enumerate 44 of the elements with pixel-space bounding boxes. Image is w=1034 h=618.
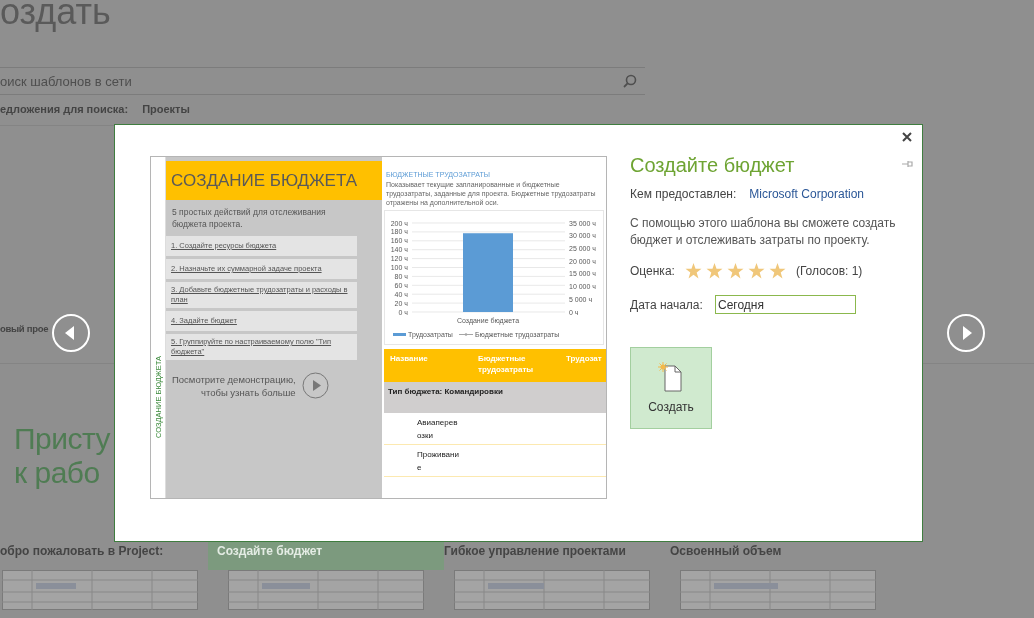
legend-swatch — [393, 333, 406, 336]
template-thumbnail[interactable] — [228, 570, 424, 610]
previous-button[interactable] — [51, 313, 91, 353]
star-icon — [705, 263, 723, 279]
rating-label: Оценка: — [630, 264, 675, 278]
provider-link[interactable]: Microsoft Corporation — [749, 187, 864, 201]
table-cell-text: Проживание — [417, 449, 459, 474]
pin-icon[interactable] — [902, 160, 913, 168]
welcome-heading: Присту — [14, 422, 111, 456]
demo-text: Посмотрите демонстрацию, — [172, 372, 296, 386]
suggestion-link[interactable]: Проекты — [142, 103, 190, 116]
search-field[interactable]: оиск шаблонов в сети — [0, 67, 645, 95]
template-thumbnail[interactable] — [454, 570, 650, 610]
suggestions-label: едложения для поиска: — [0, 103, 129, 116]
column-header: Трудозат — [565, 353, 603, 365]
column-header: Название — [389, 353, 429, 365]
template-thumbnail[interactable] — [2, 570, 198, 610]
create-button[interactable]: Создать — [630, 347, 712, 429]
close-icon[interactable] — [902, 132, 912, 142]
template-thumbnail[interactable] — [680, 570, 876, 610]
welcome-heading: к рабо — [14, 456, 100, 490]
section-label: овый прое — [0, 323, 48, 335]
star-icon — [726, 263, 744, 279]
demo-text: чтобы узнать больше — [200, 385, 296, 399]
start-date-label: Дата начала: — [630, 297, 704, 312]
preview-title: СОЗДАНИЕ БЮДЖЕТА — [166, 161, 382, 200]
provider-label: Кем предоставлен: — [630, 187, 737, 201]
vote-count: (Голосов: 1) — [795, 264, 863, 278]
new-document-icon — [658, 362, 684, 392]
template-title: Создайте бюджет — [630, 153, 795, 177]
group-row: Тип бюджета: Командировки — [384, 382, 606, 413]
template-title[interactable]: обро пожаловать в Project: — [0, 528, 208, 570]
star-icon — [684, 263, 702, 279]
next-button[interactable] — [946, 313, 986, 353]
table-cell-text: Авиаперевозки — [417, 417, 459, 442]
legend-swatch — [458, 333, 474, 336]
star-icon — [747, 263, 765, 279]
column-header: Бюджетные трудозатраты — [477, 353, 535, 376]
play-icon — [301, 372, 329, 399]
preview-intro: 5 простых действий для отслеживания бюджета проекта. — [171, 206, 327, 231]
template-description: С помощью этого шаблона вы сможете создать бюджет и отслеживать затраты по проекту. — [630, 215, 897, 249]
search-icon[interactable] — [623, 74, 637, 88]
star-icon — [768, 263, 786, 279]
start-date-field[interactable]: Сегодня — [715, 295, 856, 314]
